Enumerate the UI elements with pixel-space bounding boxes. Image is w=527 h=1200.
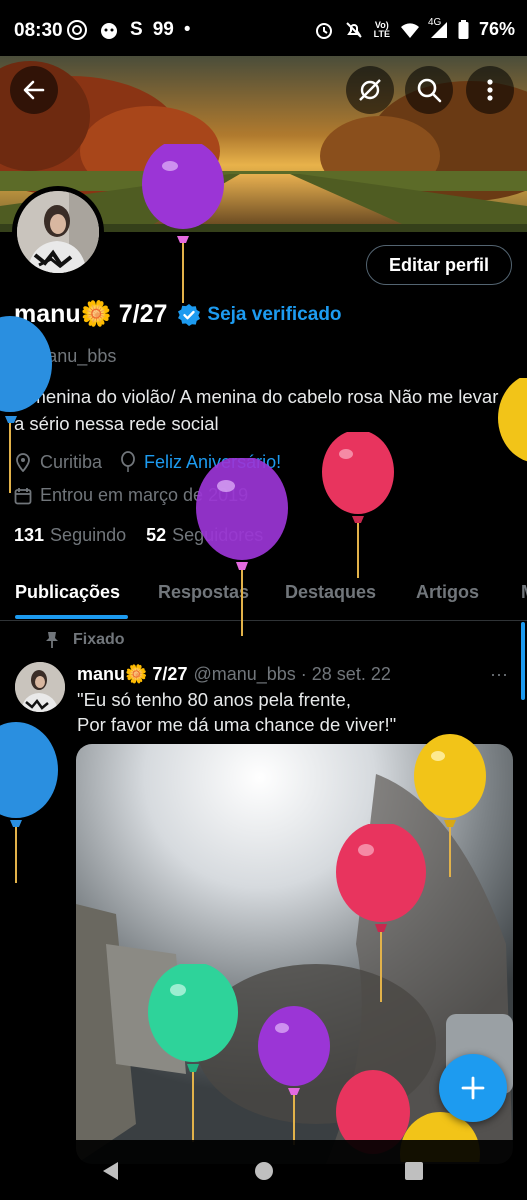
status-right-icons: Vo) LTE 4G 76% — [314, 16, 515, 40]
joined-row: Entrou em março de 2019 — [14, 485, 248, 506]
tab-articles[interactable]: Artigos — [416, 582, 479, 603]
calendar-icon — [14, 487, 32, 504]
compose-button[interactable] — [439, 1054, 507, 1122]
post-avatar[interactable] — [15, 662, 65, 712]
pinned-text: Fixado — [73, 631, 125, 648]
location-icon — [16, 453, 30, 472]
cross-device-button[interactable] — [346, 66, 394, 114]
tab-posts[interactable]: Publicações — [15, 582, 120, 603]
search-button[interactable] — [405, 66, 453, 114]
more-vertical-icon — [487, 79, 493, 101]
tab-highlights[interactable]: Destaques — [285, 582, 376, 603]
edit-profile-button[interactable]: Editar perfil — [366, 245, 512, 285]
battery-level: 76% — [478, 19, 515, 39]
post-text: "Eu só tenho 80 anos pela frente, Por fa… — [77, 687, 507, 737]
post-author[interactable]: manu🌼 7/27 — [77, 664, 187, 685]
back-arrow-icon — [23, 80, 45, 100]
cross-device-icon — [359, 79, 381, 101]
volte-icon: Vo) LTE — [373, 19, 390, 39]
verified-badge-icon[interactable] — [177, 303, 201, 327]
pet-app-icon — [101, 23, 117, 39]
following-link[interactable]: 131 Seguindo — [14, 525, 126, 546]
post-header: manu🌼 7/27 @manu_bbs · 28 set. 22 — [77, 664, 391, 685]
post-more-button[interactable]: ··· — [490, 664, 508, 685]
more-button[interactable] — [466, 66, 514, 114]
balloon-icon — [121, 451, 135, 472]
profile-location: Curitiba — [40, 451, 103, 472]
post-meta: @manu_bbs · 28 set. 22 — [193, 664, 391, 684]
followers-count: 52 — [146, 525, 167, 545]
battery-icon — [458, 19, 469, 39]
s-app-icon: S — [130, 19, 143, 40]
tab-media[interactable]: M — [521, 582, 527, 603]
balloon-blue-decoration — [0, 722, 58, 883]
get-verified-link[interactable]: Seja verificado — [207, 304, 341, 326]
avatar-photo — [17, 191, 99, 273]
post-text-line: "Eu só tenho 80 anos pela frente, — [77, 689, 351, 710]
profile-handle: @manu_bbs — [14, 346, 117, 366]
search-icon — [417, 78, 442, 103]
dot-icon: • — [183, 19, 191, 40]
profile-meta-row: Curitiba Feliz Aniversário! — [14, 451, 281, 473]
tab-replies[interactable]: Respostas — [158, 582, 249, 603]
profile-name: manu🌼 7/27 — [14, 300, 168, 328]
joined-date: Entrou em março de 2019 — [40, 485, 249, 505]
wifi-icon — [400, 22, 419, 38]
birthday-link[interactable]: Feliz Aniversário! — [144, 452, 281, 473]
status-time: 08:30 — [14, 20, 63, 41]
status-bar: 08:30 S 99 • Vo) LTE 4G 76% — [0, 0, 527, 64]
nav-back-icon[interactable] — [100, 1160, 122, 1182]
nav-home-icon[interactable] — [254, 1161, 274, 1181]
following-count: 131 — [14, 525, 45, 545]
nav-recents-icon[interactable] — [404, 1161, 424, 1181]
followers-label: Seguidores — [172, 525, 264, 545]
followers-link[interactable]: 52 Seguidores — [146, 525, 263, 546]
pinned-label: Fixado — [45, 631, 125, 649]
balloon-red-decoration — [322, 432, 394, 578]
active-tab-indicator — [15, 615, 128, 619]
network-type: 4G — [427, 16, 442, 28]
system-nav-bar — [0, 1140, 527, 1200]
post-avatar-photo — [15, 662, 65, 712]
following-label: Seguindo — [50, 525, 127, 545]
follow-stats: 131 Seguindo 52 Seguidores — [14, 525, 263, 546]
name-row: manu🌼 7/27 Seja verificado — [14, 300, 342, 329]
scroll-indicator — [521, 622, 525, 700]
status-left-icons: S 99 • — [66, 19, 190, 41]
post-text-line: Por favor me dá uma chance de viver!" — [77, 714, 397, 735]
profile-bio: A menina do violão/ A menina do cabelo r… — [14, 386, 499, 434]
plus-icon — [461, 1076, 485, 1100]
profile-avatar[interactable] — [12, 186, 104, 278]
pin-icon — [46, 632, 58, 648]
back-button[interactable] — [10, 66, 58, 114]
profile-tabs: Publicações Respostas Destaques Artigos … — [0, 570, 527, 621]
alarm-icon — [315, 22, 332, 39]
at-sign-icon — [67, 20, 87, 40]
mute-icon — [345, 21, 362, 38]
carrier-badge: 99 — [152, 19, 174, 40]
